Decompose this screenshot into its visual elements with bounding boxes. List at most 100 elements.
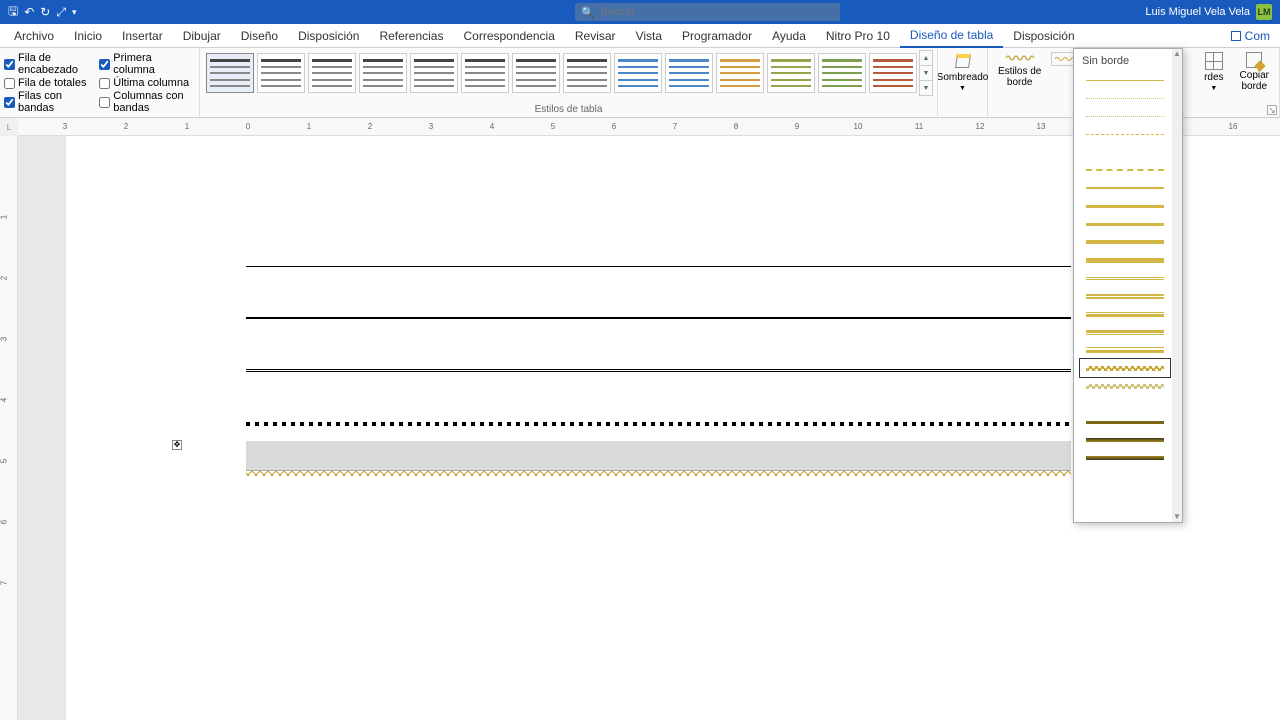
border-style-item[interactable]	[1080, 71, 1170, 89]
border-style-item[interactable]	[1080, 143, 1170, 161]
table-style-thumb[interactable]	[716, 53, 764, 93]
scroll-down-icon[interactable]: ▼	[920, 66, 932, 81]
qat-more-icon[interactable]: ▾	[72, 7, 77, 18]
border-style-item[interactable]	[1080, 215, 1170, 233]
tab-correspondencia[interactable]: Correspondencia	[453, 25, 564, 47]
border-preview-line	[1086, 240, 1164, 244]
option-última-columna[interactable]: Última columna	[99, 77, 195, 89]
table-style-thumb[interactable]	[512, 53, 560, 93]
share-button[interactable]: Com	[1231, 29, 1276, 43]
checkbox[interactable]	[4, 97, 15, 108]
border-style-item[interactable]	[1080, 359, 1170, 377]
touch-icon[interactable]: ⤢	[56, 5, 66, 20]
border-style-item[interactable]	[1080, 125, 1170, 143]
scroll-up-icon[interactable]: ▲	[920, 51, 932, 66]
border-styles-button[interactable]: Estilos de borde	[992, 50, 1047, 90]
border-style-item[interactable]	[1080, 197, 1170, 215]
tab-diseño-de-tabla[interactable]: Diseño de tabla	[900, 24, 1003, 48]
gallery-more-icon[interactable]: ▼	[920, 81, 932, 95]
border-style-item[interactable]	[1080, 323, 1170, 341]
option-primera-columna[interactable]: Primera columna	[99, 52, 195, 76]
tab-dibujar[interactable]: Dibujar	[173, 25, 231, 47]
border-style-item[interactable]	[1080, 287, 1170, 305]
checkbox[interactable]	[99, 59, 110, 70]
table-style-thumb[interactable]	[869, 53, 917, 93]
search-input[interactable]	[601, 6, 834, 18]
checkbox[interactable]	[4, 59, 15, 70]
scroll-down-icon[interactable]: ▼	[1172, 512, 1182, 522]
border-style-item[interactable]	[1080, 269, 1170, 287]
checkbox[interactable]	[99, 78, 110, 89]
user-area[interactable]: Luis Miguel Vela Vela LM	[1145, 4, 1272, 20]
border-dd-header[interactable]: Sin borde	[1074, 49, 1182, 71]
tab-inicio[interactable]: Inicio	[64, 25, 112, 47]
border-style-item[interactable]	[1080, 341, 1170, 359]
search-box[interactable]: 🔍	[575, 3, 840, 21]
table-selection[interactable]	[246, 441, 1071, 471]
table-style-thumb[interactable]	[308, 53, 356, 93]
border-style-item[interactable]	[1080, 179, 1170, 197]
avatar[interactable]: LM	[1256, 4, 1272, 20]
table-styles-gallery[interactable]	[204, 50, 919, 96]
border-style-item[interactable]	[1080, 251, 1170, 269]
ruler-number: 9	[795, 122, 799, 131]
copy-border-button[interactable]: Copiar borde	[1234, 50, 1275, 94]
borders-button[interactable]: rdes ▼	[1198, 50, 1229, 94]
border-preview-line	[1086, 366, 1164, 371]
dropdown-scrollbar[interactable]: ▲ ▼	[1172, 49, 1182, 522]
tab-insertar[interactable]: Insertar	[112, 25, 173, 47]
border-preview-line	[1086, 294, 1164, 299]
border-style-item[interactable]	[1080, 161, 1170, 179]
tab-archivo[interactable]: Archivo	[4, 25, 64, 47]
table-move-handle-icon[interactable]: ✥	[172, 440, 182, 450]
vertical-ruler[interactable]: 1234567	[0, 136, 18, 720]
table-style-thumb[interactable]	[665, 53, 713, 93]
scroll-up-icon[interactable]: ▲	[1172, 49, 1182, 59]
border-preview-line	[1086, 258, 1164, 263]
border-style-item[interactable]	[1080, 413, 1170, 431]
border-preview-line	[1086, 312, 1164, 317]
border-style-item[interactable]	[1080, 449, 1170, 467]
table-style-thumb[interactable]	[563, 53, 611, 93]
save-icon[interactable]: 🖫	[8, 2, 18, 23]
option-fila-de-encabezado[interactable]: Fila de encabezado	[4, 52, 89, 76]
checkbox[interactable]	[4, 78, 15, 89]
tab-disposición[interactable]: Disposición	[1003, 25, 1084, 47]
table-style-thumb[interactable]	[614, 53, 662, 93]
table-style-thumb[interactable]	[359, 53, 407, 93]
tab-diseño[interactable]: Diseño	[231, 25, 288, 47]
table-style-thumb[interactable]	[206, 53, 254, 93]
border-style-item[interactable]	[1080, 233, 1170, 251]
option-columnas-con-bandas[interactable]: Columnas con bandas	[99, 90, 195, 114]
border-preview-line	[1086, 330, 1164, 335]
border-style-item[interactable]	[1080, 107, 1170, 125]
border-style-list	[1074, 71, 1182, 473]
undo-icon[interactable]: ↶	[24, 5, 34, 19]
border-style-item[interactable]	[1080, 431, 1170, 449]
tab-programador[interactable]: Programador	[672, 25, 762, 47]
table-style-thumb[interactable]	[818, 53, 866, 93]
table-style-thumb[interactable]	[410, 53, 458, 93]
tab-revisar[interactable]: Revisar	[565, 25, 626, 47]
tab-disposición[interactable]: Disposición	[288, 25, 369, 47]
border-style-item[interactable]	[1080, 395, 1170, 413]
gallery-scroll[interactable]: ▲ ▼ ▼	[919, 50, 933, 96]
tab-nitro-pro-10[interactable]: Nitro Pro 10	[816, 25, 900, 47]
tab-ayuda[interactable]: Ayuda	[762, 25, 816, 47]
dialog-launcher-icon[interactable]: ↘	[1267, 105, 1277, 115]
border-preview-line	[1086, 438, 1164, 442]
shading-button[interactable]: Sombreado ▼	[942, 50, 983, 94]
ruler-number: 3	[63, 122, 67, 131]
table-style-thumb[interactable]	[461, 53, 509, 93]
border-style-item[interactable]	[1080, 305, 1170, 323]
border-style-item[interactable]	[1080, 89, 1170, 107]
tab-vista[interactable]: Vista	[626, 25, 672, 47]
table-style-thumb[interactable]	[767, 53, 815, 93]
option-filas-con-bandas[interactable]: Filas con bandas	[4, 90, 89, 114]
table-style-thumb[interactable]	[257, 53, 305, 93]
tab-referencias[interactable]: Referencias	[369, 25, 453, 47]
option-fila-de-totales[interactable]: Fila de totales	[4, 77, 89, 89]
border-style-item[interactable]	[1080, 377, 1170, 395]
redo-icon[interactable]: ↻	[40, 5, 50, 19]
checkbox[interactable]	[99, 97, 110, 108]
